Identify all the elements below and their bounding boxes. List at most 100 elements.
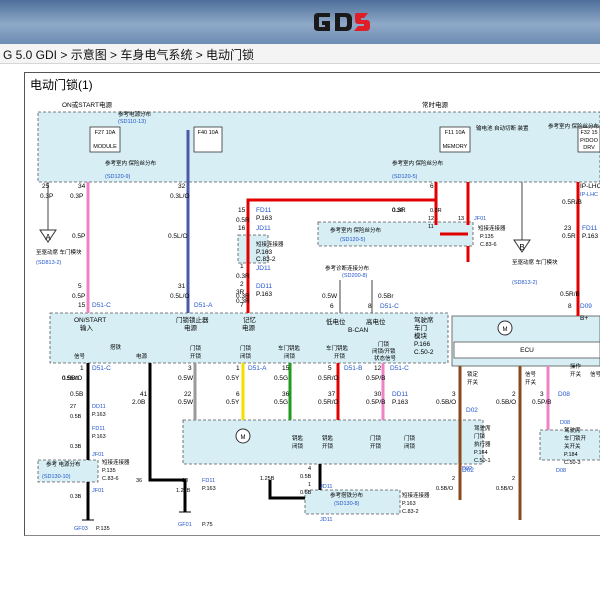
wire-label: 6 bbox=[430, 183, 434, 190]
module-right-label: 车门 bbox=[414, 323, 427, 332]
jf01-label: 参考室内 保险丝分布 bbox=[330, 226, 382, 234]
right-switch-label: P.184 bbox=[564, 452, 578, 458]
right-wire-label: 8 bbox=[568, 303, 572, 310]
actuator-label: 门锁 bbox=[404, 434, 416, 442]
fuse-ref: 参考室内 保险丝分布 bbox=[105, 159, 157, 167]
jf01-label: 0.3R bbox=[392, 208, 404, 214]
triangle-b-right: B bbox=[519, 243, 524, 252]
fuse-label: F27 10A bbox=[95, 130, 116, 136]
right-wire-label: B+ bbox=[580, 315, 588, 322]
module-input-label: 输入 bbox=[80, 323, 94, 332]
wire-label: 0.5W bbox=[178, 399, 194, 406]
jf01-label: 13 bbox=[458, 216, 464, 222]
module-ref-code: (SD813-2) bbox=[512, 280, 538, 286]
wire-label: 15 bbox=[78, 302, 86, 309]
right-wire-label: P.163 bbox=[582, 233, 599, 240]
page-ref: C.83-2 bbox=[256, 256, 276, 263]
wire-label: 3 bbox=[540, 391, 544, 398]
diag-ref-code: (SD200-8) bbox=[342, 273, 368, 279]
right-switch-label: D08 bbox=[556, 468, 566, 474]
right-wire-label: D09 bbox=[580, 303, 592, 310]
ecu-text: 信号 bbox=[525, 370, 537, 378]
left-column-label: P.135 bbox=[96, 526, 110, 532]
module-pin-label: 信号 bbox=[74, 352, 86, 360]
module-right-label: P.166 bbox=[414, 341, 431, 348]
jf01-label: 11 bbox=[428, 224, 434, 230]
module-pin-label: 闭锁 bbox=[284, 352, 296, 360]
wire-label: 0.3P bbox=[70, 193, 83, 200]
wire-label: 0.3L/O bbox=[170, 193, 190, 200]
memory-note: 输电池 自动切断 装置 bbox=[476, 124, 529, 132]
right-wire-label: FD11 bbox=[582, 225, 598, 232]
connector-label: DD11 bbox=[256, 283, 273, 290]
module-right-label: C.50-2 bbox=[414, 349, 434, 356]
wire-label: 0.5P bbox=[72, 233, 85, 240]
wire-label: 0.5P/B bbox=[366, 375, 386, 382]
thin-wires bbox=[47, 182, 523, 313]
module-label: 门锁锁止器 bbox=[176, 315, 209, 324]
wire-label: 34 bbox=[78, 183, 86, 190]
right-switch-label: 驾驶席 bbox=[564, 426, 581, 434]
left-column-label: 0.3B bbox=[70, 494, 82, 500]
wire-label: 15 bbox=[282, 365, 290, 372]
bottom-wire-label: JD11 bbox=[320, 517, 332, 523]
wire-label: 0.5L/O bbox=[170, 293, 190, 300]
module-label: 电源 bbox=[184, 323, 198, 332]
module-right-label: 驾驶席 bbox=[414, 315, 434, 324]
connector-label: JD11 bbox=[256, 225, 271, 232]
right-switch-label: 车门锁开 bbox=[564, 434, 587, 442]
wire-label: 0.5Y bbox=[226, 399, 240, 406]
module-pin-label: 车门钥匙 bbox=[326, 344, 349, 352]
right-power-label: 参考室内 保险丝分布 bbox=[548, 122, 600, 130]
bottom-wire-label: GF01 bbox=[178, 522, 192, 528]
actuator-label: 钥匙 bbox=[322, 434, 334, 442]
wire-label: 3 bbox=[452, 391, 456, 398]
left-column-label: GF03 bbox=[74, 526, 88, 532]
can-label: 6 bbox=[330, 303, 334, 310]
wire-label: 0.3P bbox=[40, 193, 53, 200]
module-pin-label: 车门钥匙 bbox=[278, 344, 301, 352]
actuator-label: 闭锁 bbox=[292, 442, 304, 450]
wire-label: 0.5Y bbox=[226, 375, 240, 382]
ecu-text: 操作 bbox=[570, 362, 582, 370]
jf01-label: P.135 bbox=[480, 234, 494, 240]
wire-label: 37 bbox=[328, 391, 336, 398]
left-column-label: (SD130-10) bbox=[42, 474, 71, 480]
left-column-label: P.163 bbox=[92, 434, 106, 440]
module-pin-label: 搭铁 bbox=[110, 343, 122, 351]
left-column-label: DD11 bbox=[92, 404, 106, 410]
left-column-label: C.83-6 bbox=[102, 476, 119, 482]
wire-label: 0.5G bbox=[274, 399, 288, 406]
actuator-right-label: C.50-1 bbox=[474, 458, 491, 464]
bottom-wire-label: C.83-2 bbox=[402, 509, 419, 515]
connector-label: FD11 bbox=[256, 207, 272, 214]
ecu-text: 锁定 bbox=[467, 370, 479, 378]
wire-label: D51-A bbox=[194, 302, 213, 309]
bottom-wire-label: P.163 bbox=[402, 501, 416, 507]
module-pin-label: 闭锁/开锁 bbox=[372, 347, 396, 355]
wire-label: 0.5W bbox=[178, 375, 194, 382]
wire-label: 0.5R/O bbox=[318, 375, 339, 382]
bottom-wire-label: 4 bbox=[308, 466, 311, 472]
module-pin-label: 闭锁 bbox=[240, 352, 252, 360]
right-wire-label: 0.5R/B bbox=[562, 199, 582, 206]
bottom-wire-label: 0.5B bbox=[300, 490, 312, 496]
left-column-label: 参考 电源分布 bbox=[46, 460, 81, 468]
wire-label: 0.5P/B bbox=[532, 399, 552, 406]
module-ref: 至驱动席 车门模块 bbox=[512, 258, 558, 266]
wire-label: D51-A bbox=[248, 365, 267, 372]
bottom-wire-label: 0.5B/O bbox=[496, 486, 514, 492]
right-switch-label: D08 bbox=[560, 420, 570, 426]
fuse-ref: 参考室内 保险丝分布 bbox=[392, 159, 444, 167]
right-power-label: IP-LHC bbox=[580, 192, 598, 198]
left-column-label: 0.5B/O bbox=[62, 376, 80, 382]
left-column-label: JF01 bbox=[92, 452, 104, 458]
actuator-label: 开锁 bbox=[370, 442, 382, 450]
page-ref: P.163 bbox=[256, 215, 273, 222]
connector-type: 短接连接器 bbox=[256, 240, 284, 248]
bottom-wire-label: 36 bbox=[136, 478, 142, 484]
wire-label: 0.3R bbox=[236, 273, 250, 280]
actuator-right-label: 执行器 bbox=[474, 440, 491, 448]
fuse-label: MODULE bbox=[93, 144, 117, 150]
ecu-outer-box bbox=[451, 315, 600, 367]
